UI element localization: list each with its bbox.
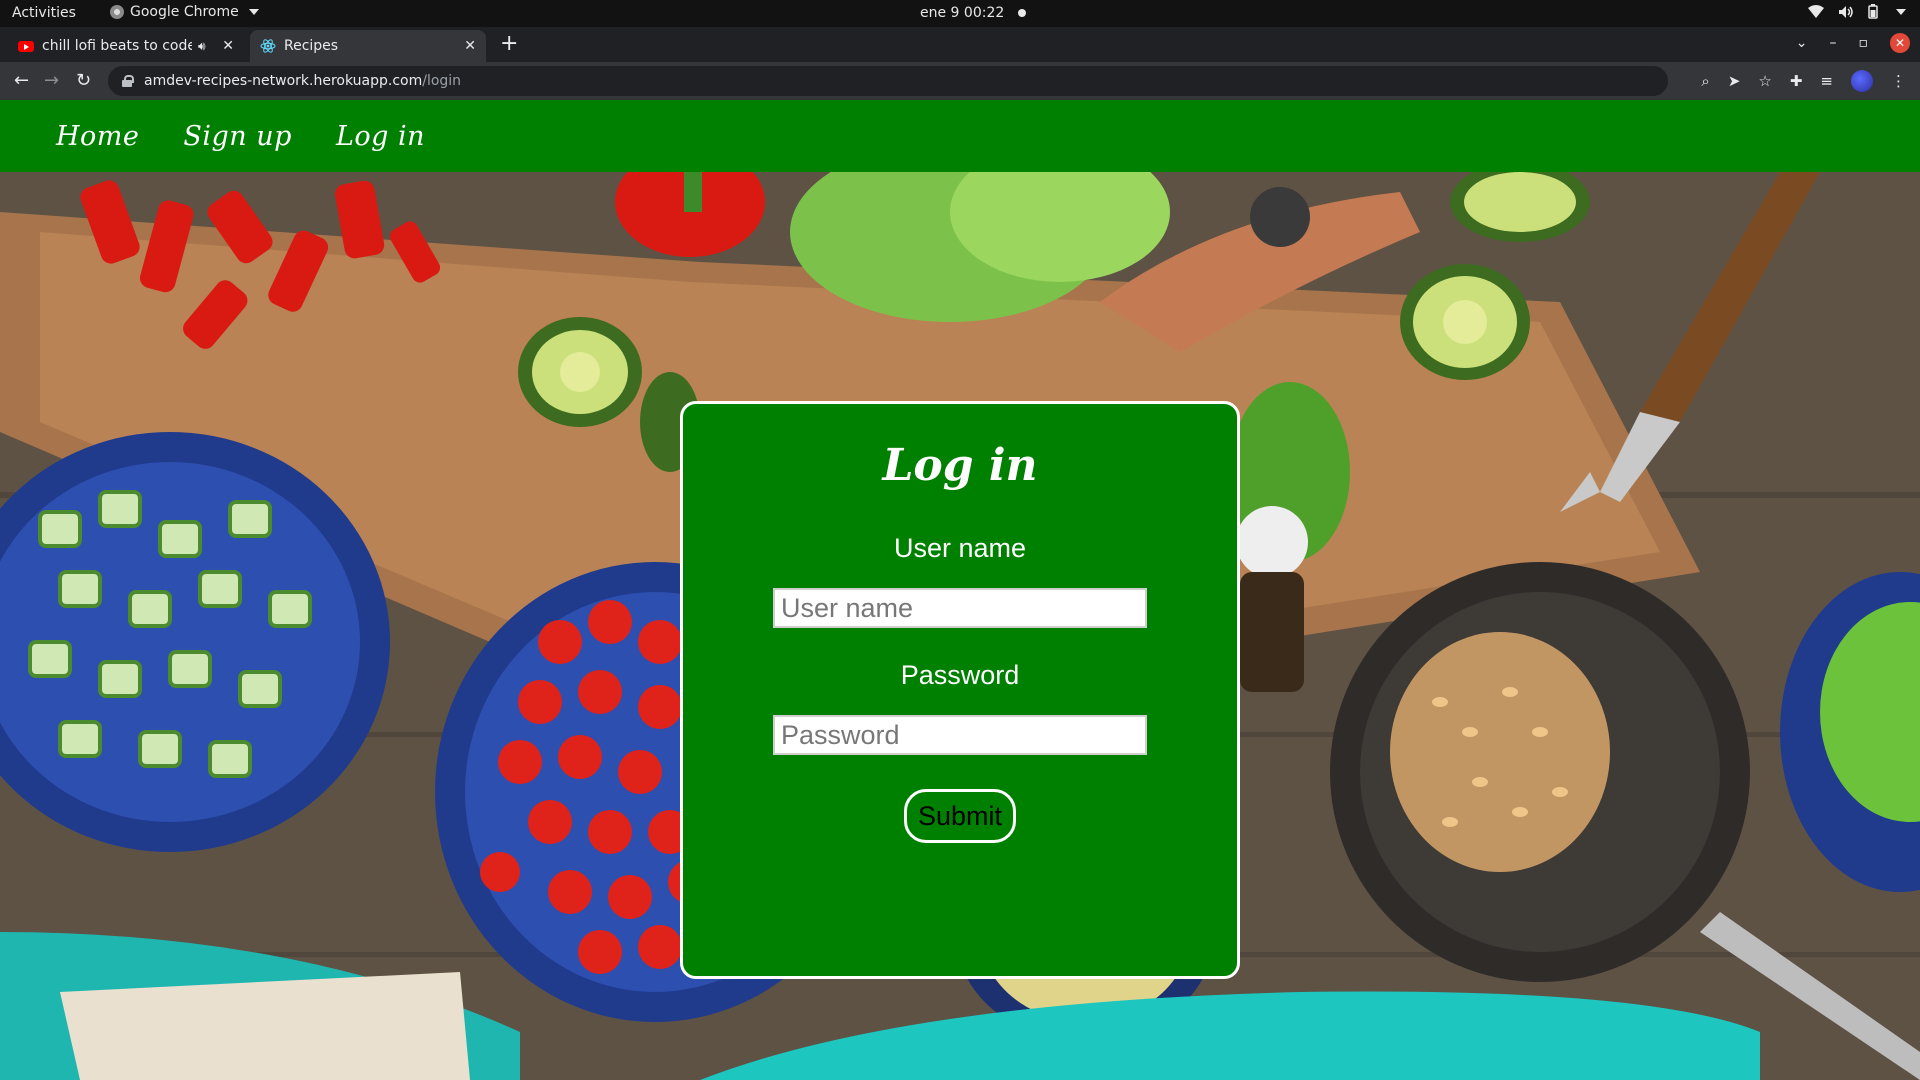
username-input[interactable] [773,588,1147,628]
notification-dot-icon [1018,9,1027,17]
password-label: Password [900,660,1020,690]
restore-icon[interactable]: ▫ [1859,35,1869,51]
volume-icon [1839,5,1853,18]
submit-button[interactable]: Submit [904,789,1016,843]
url-host: amdev-recipes-network.herokuapp.com [144,73,423,89]
password-input[interactable] [773,715,1147,755]
clock[interactable]: ene 9 00:22 [920,5,1027,21]
forward-icon[interactable]: → [44,71,59,91]
username-label: User name [893,533,1027,563]
chrome-icon [110,5,124,19]
close-tab-icon[interactable]: ✕ [464,38,476,54]
media-controls-icon[interactable]: ≡ [1820,72,1833,90]
window-controls: ⌄ – ▫ ✕ [1796,33,1910,53]
login-title: Log in [882,440,1038,491]
window-close-icon[interactable]: ✕ [1890,33,1910,53]
caret-down-icon [248,9,259,15]
app-menu[interactable]: Google Chrome [110,4,259,20]
lock-icon[interactable] [122,75,134,87]
browser-toolbar: ← → ↻ amdev-recipes-network.herokuapp.co… [0,62,1920,100]
tab-search-icon[interactable]: ⌄ [1796,35,1808,51]
activities-button[interactable]: Activities [12,5,76,21]
back-icon[interactable]: ← [14,71,29,91]
menu-kebab-icon[interactable]: ⋮ [1891,72,1906,90]
extensions-icon[interactable]: ✚ [1790,72,1803,90]
youtube-icon [18,40,34,52]
tab-title: chill lofi beats to code [42,38,192,54]
page-viewport: Home Sign up Log in Log in User name Use… [0,100,1920,1080]
toolbar-icons: ⌕ ➤ ☆ ✚ ≡ ⋮ [1701,70,1906,92]
clock-label: ene 9 00:22 [920,5,1005,21]
send-icon[interactable]: ➤ [1728,72,1741,90]
tab-strip: chill lofi beats to code 🔊︎ ✕ Recipes ✕ … [0,27,1920,62]
profile-avatar[interactable] [1851,70,1873,92]
nav-signup-link[interactable]: Sign up [183,121,292,152]
zoom-icon[interactable]: ⌕ [1701,72,1709,90]
nav-login-link[interactable]: Log in [336,121,425,152]
new-tab-button[interactable]: + [500,33,518,55]
bookmark-star-icon[interactable]: ☆ [1758,72,1771,90]
battery-icon [1868,4,1878,19]
reload-icon[interactable]: ↻ [76,71,91,91]
app-menu-label: Google Chrome [130,4,239,20]
site-navbar: Home Sign up Log in [0,100,1920,172]
login-card: Log in User name Password Submit [680,401,1240,979]
address-bar[interactable]: amdev-recipes-network.herokuapp.com/logi… [108,66,1668,96]
tab-recipes[interactable]: Recipes ✕ [250,30,486,62]
url-path: /login [422,73,462,89]
system-menu-caret-icon [1896,8,1906,15]
hero-background-image: Log in User name Password Submit [0,172,1920,1080]
wifi-icon [1808,4,1824,18]
tab-title: Recipes [284,38,339,54]
tab-lofi[interactable]: chill lofi beats to code 🔊︎ ✕ [8,30,244,62]
close-tab-icon[interactable]: ✕ [222,38,234,54]
speaker-icon[interactable]: 🔊︎ [198,39,206,54]
nav-home-link[interactable]: Home [56,121,139,152]
system-top-bar: Activities Google Chrome ene 9 00:22 [0,0,1920,27]
minimize-icon[interactable]: – [1830,35,1837,51]
system-tray[interactable] [1808,4,1906,19]
react-icon [260,39,276,53]
